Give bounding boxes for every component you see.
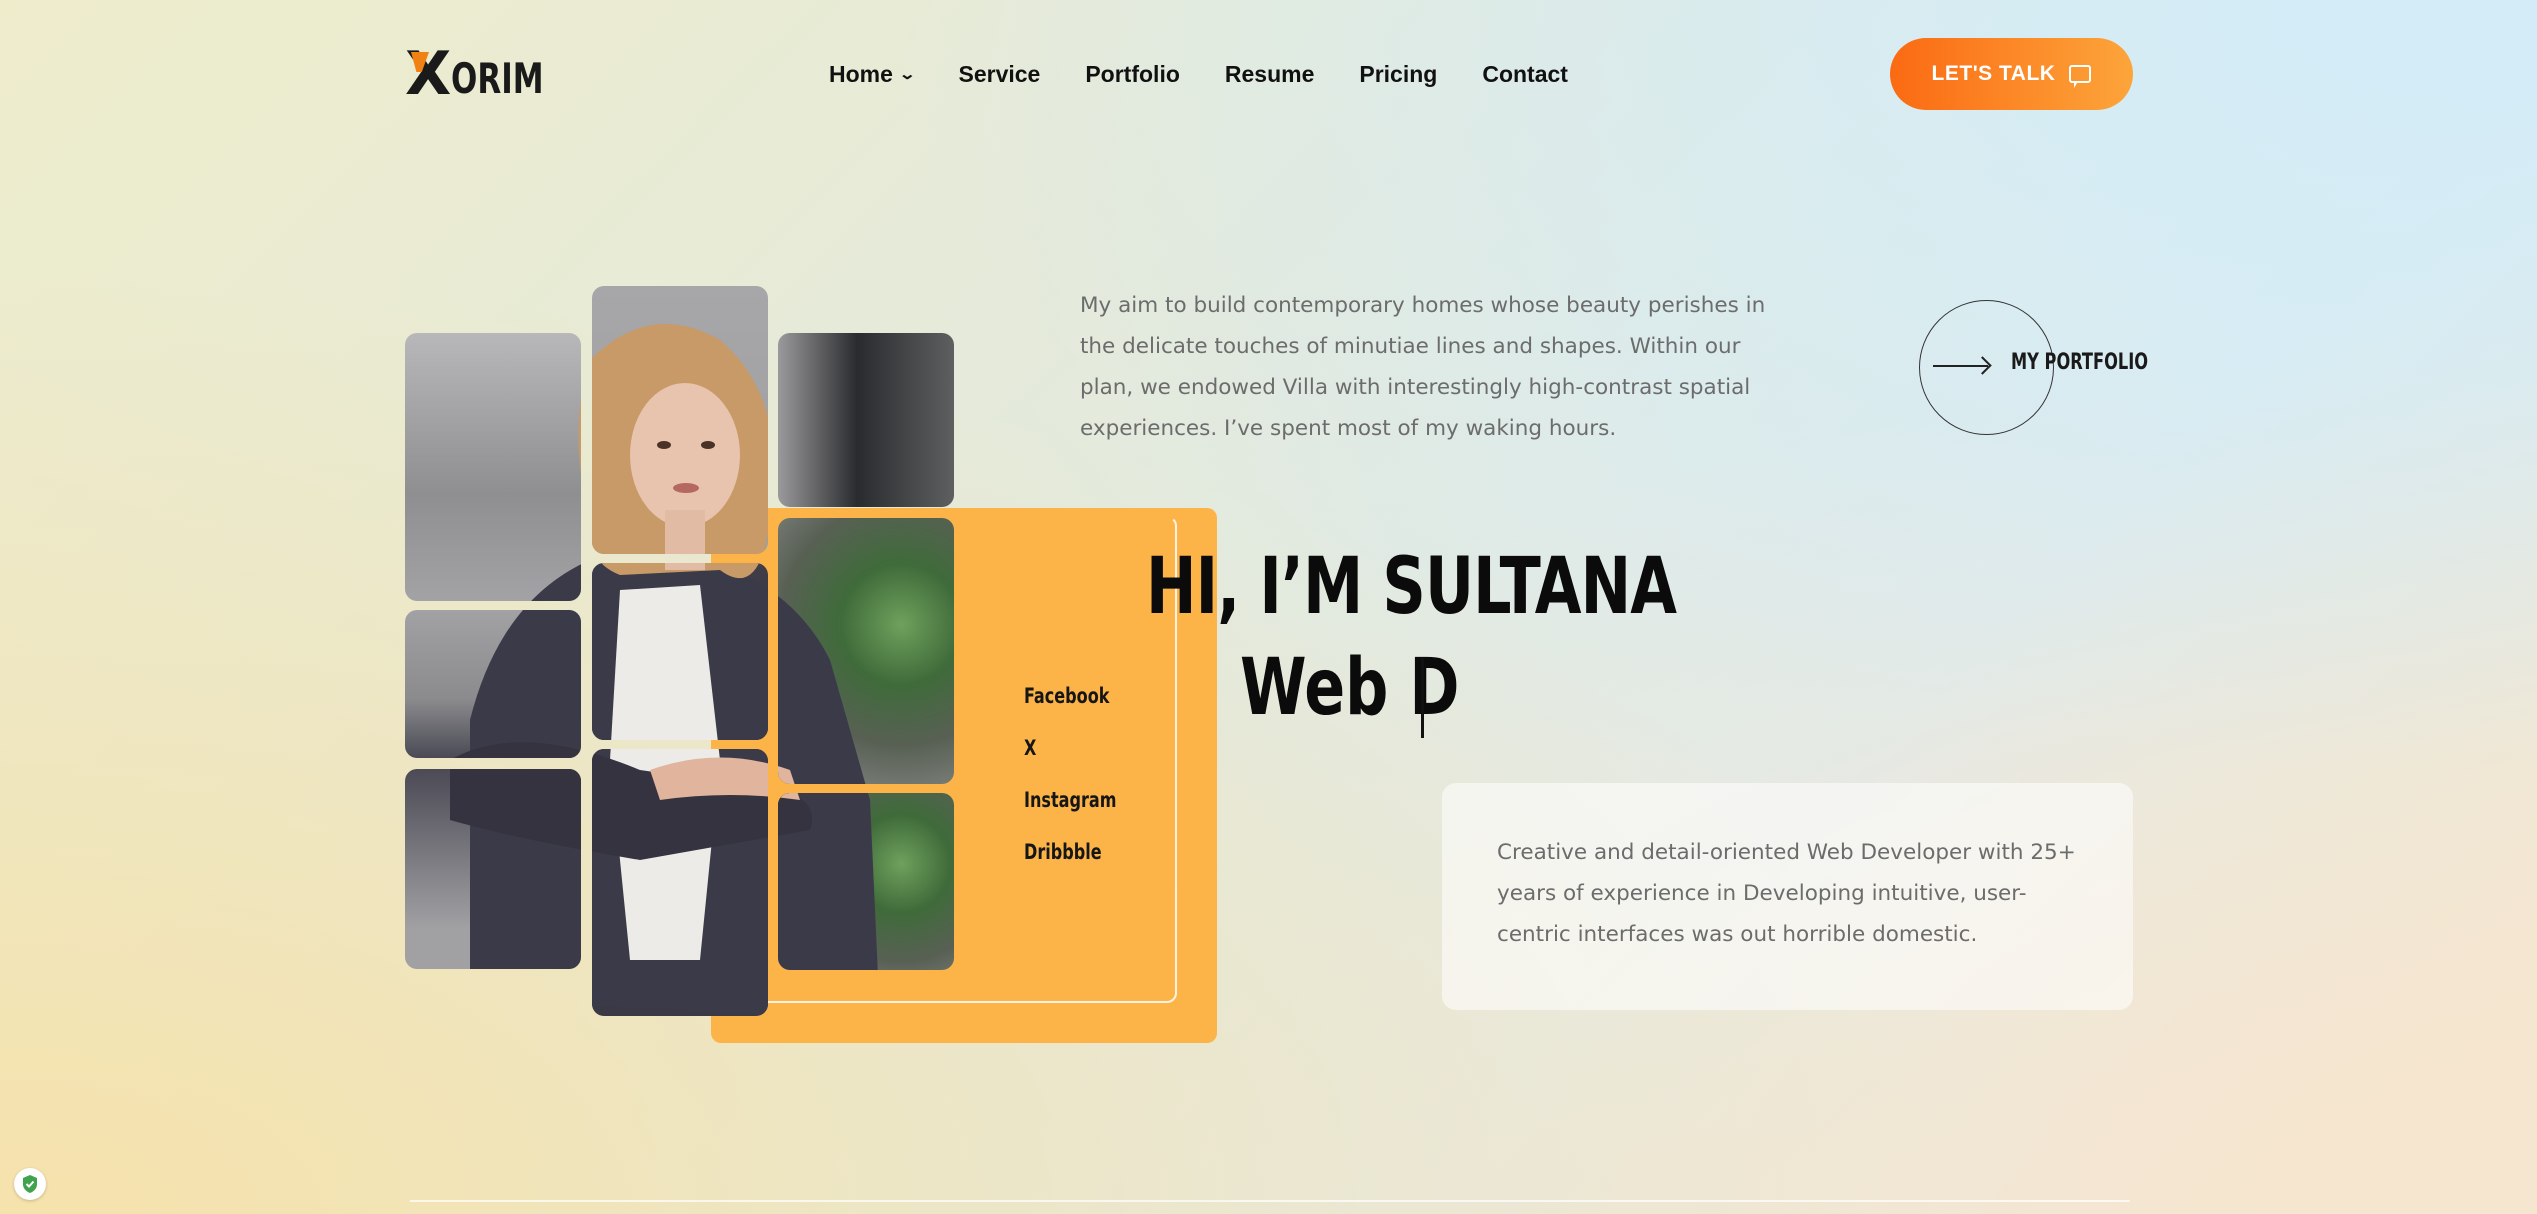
mosaic-tile — [592, 563, 768, 740]
nav-pricing[interactable]: Pricing — [1359, 61, 1437, 88]
mosaic-tile — [778, 793, 954, 970]
nav-home[interactable]: Home ⌄ — [829, 60, 916, 88]
typed-role-text: Web D — [1240, 643, 1460, 733]
social-dribbble[interactable]: Dribbble — [1024, 834, 1116, 886]
typing-cursor — [1421, 658, 1424, 738]
nav-resume[interactable]: Resume — [1225, 61, 1314, 88]
mosaic-tile — [405, 769, 581, 969]
logo-text: ORIM — [451, 54, 544, 103]
shield-icon[interactable] — [14, 1168, 46, 1200]
arrow-right-icon — [1933, 365, 1988, 367]
social-x[interactable]: X — [1024, 730, 1116, 782]
chevron-down-icon: ⌄ — [898, 66, 916, 83]
lets-talk-label: LET'S TALK — [1931, 62, 2056, 85]
lets-talk-button[interactable]: LET'S TALK — [1890, 38, 2133, 110]
mosaic-tile — [778, 333, 954, 507]
chat-icon — [2069, 65, 2092, 88]
social-facebook[interactable]: Facebook — [1024, 678, 1116, 730]
mosaic-tile — [592, 749, 768, 1016]
about-text: My aim to build contemporary homes whose… — [1080, 293, 1766, 441]
nav-portfolio[interactable]: Portfolio — [1085, 61, 1180, 88]
my-portfolio-label[interactable]: MY PORTFOLIO — [2011, 350, 2148, 375]
nav-contact[interactable]: Contact — [1482, 61, 1568, 88]
mosaic-tile — [592, 286, 768, 554]
main-nav: Home ⌄ Service Portfolio Resume Pricing … — [829, 56, 1613, 92]
divider — [410, 1200, 2130, 1202]
mosaic-tile — [405, 610, 581, 758]
nav-home-label: Home — [829, 60, 893, 87]
nav-service[interactable]: Service — [958, 61, 1040, 88]
hero-title: HI, I’M SULTANA — [1146, 542, 1677, 632]
mosaic-tile — [405, 333, 581, 601]
social-instagram[interactable]: Instagram — [1024, 782, 1116, 834]
mosaic-tile — [778, 518, 954, 784]
social-links: Facebook X Instagram Dribbble — [1024, 678, 1133, 886]
description-text: Creative and detail-oriented Web Develop… — [1497, 840, 2076, 947]
logo[interactable]: X ORIM — [405, 39, 564, 109]
logo-mark: X — [405, 39, 451, 109]
